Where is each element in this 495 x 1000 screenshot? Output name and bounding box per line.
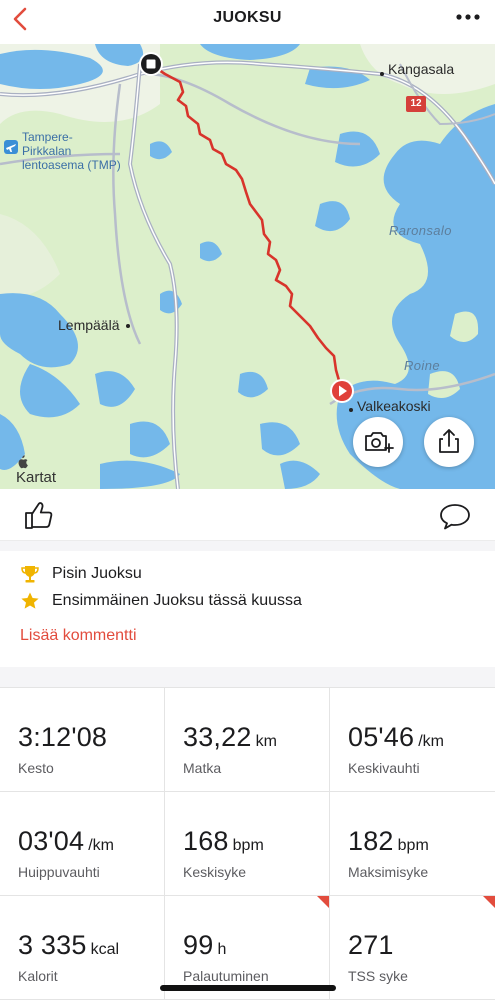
stat-value: 33,22 — [183, 722, 252, 752]
map-attribution: Kartat — [16, 455, 56, 486]
camera-plus-icon — [365, 432, 394, 453]
map-label-roine: Roine — [404, 358, 440, 373]
road-number-shield: 12 — [406, 96, 426, 112]
map-attribution-text: Kartat — [16, 469, 57, 486]
route-end-marker-icon — [139, 52, 163, 76]
stat-value: 3:12'08 — [18, 722, 108, 752]
route-start-marker-icon — [330, 379, 354, 403]
stat-unit: h — [217, 941, 227, 958]
stat-unit: bpm — [232, 837, 264, 854]
stat-max-hr: 182 bpm Maksimisyke — [330, 792, 495, 896]
add-photo-button[interactable] — [353, 417, 403, 467]
airport-label-line1: Tampere- — [22, 130, 73, 144]
stat-duration: 3:12'08 Kesto — [0, 688, 165, 792]
page-title: JUOKSU — [213, 9, 282, 26]
star-icon — [21, 592, 39, 609]
stat-max-pace: 03'04/km Huippuvauhti — [0, 792, 165, 896]
add-comment-link[interactable]: Lisää kommentti — [20, 627, 137, 645]
achievement-first-run-month: Ensimmäinen Juoksu tässä kuussa — [20, 590, 302, 612]
stat-distance: 33,22 km Matka — [165, 688, 330, 792]
achievement-longest-run: Pisin Juoksu — [20, 563, 142, 585]
stat-value: 271 — [348, 930, 394, 960]
stat-unit: /km — [88, 837, 115, 854]
map-label-kangasala: Kangasala — [388, 61, 455, 77]
stat-unit: /km — [418, 733, 445, 750]
airport-label-line3: lentoasema (TMP) — [22, 158, 121, 172]
stat-value: 05'46 — [348, 722, 415, 752]
stat-label: Keskisyke — [183, 864, 247, 880]
map-label-lempaala: Lempäälä — [58, 317, 120, 333]
info-corner-indicator — [483, 896, 495, 908]
stat-unit: km — [255, 733, 277, 750]
stat-label: Huippuvauhti — [18, 864, 100, 880]
stat-label: Keskivauhti — [348, 760, 420, 776]
info-corner-indicator — [317, 896, 329, 908]
home-indicator — [160, 985, 336, 991]
section-divider — [0, 667, 495, 687]
stat-label: Palautuminen — [183, 968, 269, 984]
airport-icon — [4, 140, 18, 154]
stat-value: 182 — [348, 826, 394, 856]
stat-value: 168 — [183, 826, 229, 856]
share-icon — [439, 429, 459, 453]
stat-value: 03'04 — [18, 826, 85, 856]
map-label-airport: Tampere- Pirkkalan lentoasema (TMP) — [22, 130, 121, 172]
trophy-icon — [21, 566, 39, 583]
achievement-text: Pisin Juoksu — [52, 565, 142, 582]
stat-value: 3 335 — [18, 930, 87, 960]
stat-tss[interactable]: 271 TSS syke — [330, 896, 495, 1000]
stat-unit: bpm — [397, 837, 429, 854]
stat-label: TSS syke — [348, 968, 408, 984]
map-label-raronsalo: Raronsalo — [389, 223, 452, 238]
section-divider — [0, 541, 495, 551]
map-label-valkeakoski: Valkeakoski — [357, 398, 431, 414]
stat-calories: 3 335 kcal Kalorit — [0, 896, 165, 1000]
stat-value: 99 — [183, 930, 214, 960]
more-options-icon[interactable] — [453, 6, 483, 28]
achievement-text: Ensimmäinen Juoksu tässä kuussa — [52, 592, 302, 609]
comment-bubble-icon[interactable] — [438, 501, 472, 531]
stat-avg-pace: 05'46/km Keskivauhti — [330, 688, 495, 792]
stat-unit: kcal — [90, 941, 120, 958]
achievements-section: Pisin Juoksu Ensimmäinen Juoksu tässä ku… — [0, 551, 495, 667]
apple-logo-icon — [18, 455, 28, 469]
nav-header: JUOKSU — [0, 0, 495, 44]
stat-label: Kalorit — [18, 968, 58, 984]
route-map[interactable]: 12 Kangasala Tampere- Pirkkalan lentoase… — [0, 44, 495, 489]
stat-label: Matka — [183, 760, 222, 776]
stats-grid: 3:12'08 Kesto 33,22 km Matka 05'46/km Kes… — [0, 687, 495, 1000]
stat-label: Maksimisyke — [348, 864, 429, 880]
stat-label: Kesto — [18, 760, 54, 776]
stat-avg-hr: 168 bpm Keskisyke — [165, 792, 330, 896]
social-actions-bar — [0, 489, 495, 541]
airport-label-line2: Pirkkalan — [22, 144, 72, 158]
like-thumbs-up-icon[interactable] — [22, 499, 56, 531]
share-button[interactable] — [424, 417, 474, 467]
